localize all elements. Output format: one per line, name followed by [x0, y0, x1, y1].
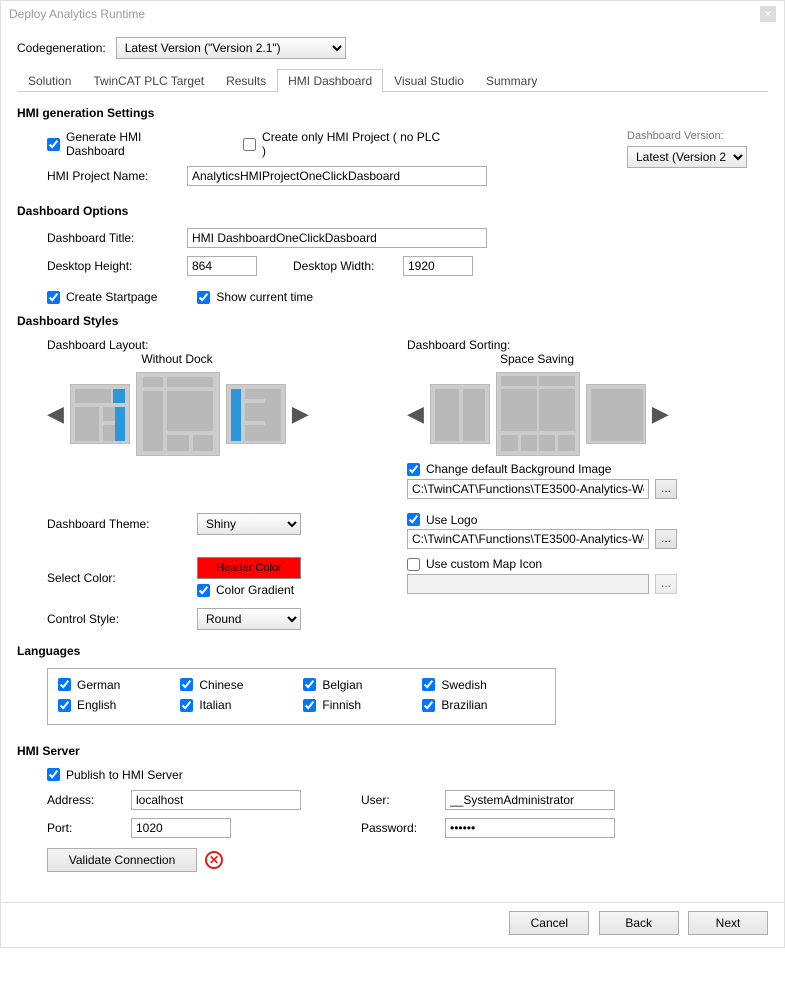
- validate-connection-button[interactable]: Validate Connection: [47, 848, 197, 872]
- use-logo-checkbox[interactable]: Use Logo: [407, 513, 477, 527]
- password-input[interactable]: [445, 818, 615, 838]
- dash-options-heading: Dashboard Options: [17, 204, 768, 218]
- logo-browse-button[interactable]: ...: [655, 529, 677, 549]
- tab-summary[interactable]: Summary: [475, 69, 548, 92]
- error-icon: ✕: [205, 851, 223, 869]
- address-input[interactable]: [131, 790, 301, 810]
- theme-label: Dashboard Theme:: [47, 517, 197, 531]
- layout-tile-right[interactable]: [226, 384, 286, 444]
- window-title: Deploy Analytics Runtime: [9, 7, 145, 21]
- cancel-button[interactable]: Cancel: [509, 911, 589, 935]
- lang-german[interactable]: German: [58, 678, 120, 692]
- logo-path-input[interactable]: [407, 529, 649, 549]
- dash-title-input[interactable]: [187, 228, 487, 248]
- next-button[interactable]: Next: [688, 911, 768, 935]
- desktop-width-input[interactable]: [403, 256, 473, 276]
- sorting-caption: Space Saving: [407, 352, 667, 366]
- lang-brazilian[interactable]: Brazilian: [422, 698, 487, 712]
- tab-results[interactable]: Results: [215, 69, 277, 92]
- header-color-button[interactable]: Header Color: [197, 557, 301, 579]
- sorting-tile-center[interactable]: [496, 372, 580, 456]
- gradient-checkbox[interactable]: Color Gradient: [197, 583, 294, 597]
- lang-belgian[interactable]: Belgian: [303, 678, 362, 692]
- map-icon-path-input: [407, 574, 649, 594]
- publish-checkbox[interactable]: Publish to HMI Server: [47, 768, 183, 782]
- tab-visual-studio[interactable]: Visual Studio: [383, 69, 475, 92]
- sorting-prev-icon[interactable]: ◀: [407, 401, 424, 427]
- codegen-select[interactable]: Latest Version ("Version 2.1"): [116, 37, 346, 59]
- desktop-width-label: Desktop Width:: [293, 259, 403, 273]
- lang-finnish[interactable]: Finnish: [303, 698, 361, 712]
- layout-label: Dashboard Layout:: [47, 338, 407, 352]
- layout-tile-center[interactable]: [136, 372, 220, 456]
- port-label: Port:: [47, 821, 131, 835]
- generate-hmi-checkbox[interactable]: Generate HMI Dashboard: [47, 130, 203, 158]
- close-icon[interactable]: ×: [760, 6, 776, 22]
- sorting-tile-right[interactable]: [586, 384, 646, 444]
- dashboard-version-select[interactable]: Latest (Version 2.0): [627, 146, 747, 168]
- address-label: Address:: [47, 793, 131, 807]
- dashboard-version-label: Dashboard Version:: [627, 130, 768, 142]
- bg-browse-button[interactable]: ...: [655, 479, 677, 499]
- titlebar: Deploy Analytics Runtime ×: [1, 1, 784, 27]
- color-label: Select Color:: [47, 571, 197, 585]
- back-button[interactable]: Back: [599, 911, 679, 935]
- user-input[interactable]: [445, 790, 615, 810]
- lang-italian[interactable]: Italian: [180, 698, 231, 712]
- project-name-label: HMI Project Name:: [47, 169, 187, 183]
- sorting-label: Dashboard Sorting:: [407, 338, 768, 352]
- theme-select[interactable]: Shiny: [197, 513, 301, 535]
- user-label: User:: [361, 793, 445, 807]
- dash-styles-heading: Dashboard Styles: [17, 314, 768, 328]
- port-input[interactable]: [131, 818, 231, 838]
- map-icon-checkbox[interactable]: Use custom Map Icon: [407, 557, 542, 571]
- map-icon-browse-button: ...: [655, 574, 677, 594]
- dash-title-label: Dashboard Title:: [47, 231, 187, 245]
- hmi-settings-heading: HMI generation Settings: [17, 106, 768, 120]
- desktop-height-input[interactable]: [187, 256, 257, 276]
- bg-path-input[interactable]: [407, 479, 649, 499]
- tabs: Solution TwinCAT PLC Target Results HMI …: [17, 69, 768, 92]
- tab-solution[interactable]: Solution: [17, 69, 82, 92]
- tab-hmi-dashboard[interactable]: HMI Dashboard: [277, 69, 383, 92]
- sorting-next-icon[interactable]: ▶: [652, 401, 669, 427]
- change-bg-checkbox[interactable]: Change default Background Image: [407, 462, 611, 476]
- layout-tile-left[interactable]: [70, 384, 130, 444]
- password-label: Password:: [361, 821, 445, 835]
- control-style-select[interactable]: Round: [197, 608, 301, 630]
- layout-next-icon[interactable]: ▶: [292, 401, 309, 427]
- languages-heading: Languages: [17, 644, 768, 658]
- create-startpage-checkbox[interactable]: Create Startpage: [47, 290, 157, 304]
- create-only-hmi-checkbox[interactable]: Create only HMI Project ( no PLC ): [243, 130, 447, 158]
- server-heading: HMI Server: [17, 744, 768, 758]
- desktop-height-label: Desktop Height:: [47, 259, 187, 273]
- codegen-label: Codegeneration:: [17, 41, 106, 55]
- tab-twincat-plc-target[interactable]: TwinCAT PLC Target: [82, 69, 215, 92]
- sorting-tile-left[interactable]: [430, 384, 490, 444]
- lang-swedish[interactable]: Swedish: [422, 678, 486, 692]
- layout-prev-icon[interactable]: ◀: [47, 401, 64, 427]
- control-style-label: Control Style:: [47, 612, 197, 626]
- project-name-input[interactable]: [187, 166, 487, 186]
- lang-english[interactable]: English: [58, 698, 116, 712]
- footer: Cancel Back Next: [1, 903, 784, 947]
- layout-caption: Without Dock: [47, 352, 307, 366]
- show-time-checkbox[interactable]: Show current time: [197, 290, 313, 304]
- lang-chinese[interactable]: Chinese: [180, 678, 243, 692]
